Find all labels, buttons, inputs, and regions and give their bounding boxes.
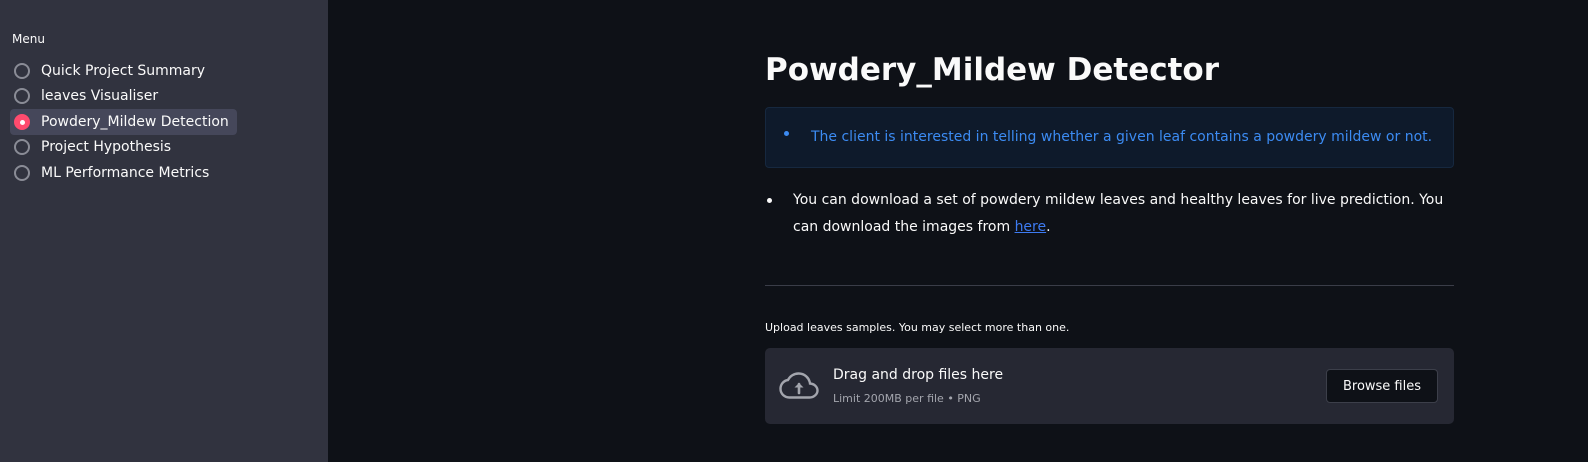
dropzone-title: Drag and drop files here (833, 367, 1004, 383)
menu-item-powdery-mildew-detection[interactable]: Powdery_Mildew Detection (10, 109, 237, 135)
menu-item-label: leaves Visualiser (41, 88, 159, 105)
menu-item-quick-project-summary[interactable]: Quick Project Summary (10, 58, 213, 84)
menu-radio-group: Quick Project Summary leaves Visualiser … (10, 58, 237, 186)
menu-item-ml-performance-metrics[interactable]: ML Performance Metrics (10, 160, 217, 186)
download-text-end: . (1046, 219, 1051, 235)
cloud-upload-icon (779, 372, 819, 399)
page-title: Powdery_Mildew Detector (765, 52, 1219, 88)
menu-label: Menu (12, 32, 45, 46)
menu-item-label: ML Performance Metrics (41, 164, 210, 181)
menu-item-label: Powdery_Mildew Detection (41, 113, 229, 130)
file-dropzone[interactable]: Drag and drop files here Limit 200MB per… (765, 348, 1454, 424)
info-text: The client is interested in telling whet… (811, 129, 1433, 145)
bullet-icon (767, 198, 772, 203)
dropzone-limit: Limit 200MB per file • PNG (833, 392, 981, 405)
radio-button-selected-icon[interactable] (14, 113, 30, 130)
browse-files-button[interactable]: Browse files (1326, 369, 1438, 403)
divider (765, 285, 1454, 286)
upload-label: Upload leaves samples. You may select mo… (765, 321, 1070, 334)
radio-button-icon[interactable] (14, 139, 30, 156)
radio-button-icon[interactable] (14, 88, 30, 105)
download-text: You can download a set of powdery mildew… (793, 192, 1444, 235)
app: Menu Quick Project Summary leaves Visual… (0, 0, 1588, 462)
download-link[interactable]: here (1015, 219, 1047, 235)
download-instructions: You can download a set of powdery mildew… (793, 187, 1453, 241)
bullet-icon (784, 131, 789, 136)
info-box: The client is interested in telling whet… (765, 107, 1454, 168)
sidebar: Menu Quick Project Summary leaves Visual… (0, 0, 328, 462)
menu-item-label: Project Hypothesis (41, 139, 172, 156)
menu-item-label: Quick Project Summary (41, 62, 206, 79)
menu-item-leaves-visualiser[interactable]: leaves Visualiser (10, 84, 166, 110)
radio-button-icon[interactable] (14, 164, 30, 181)
radio-button-icon[interactable] (14, 62, 30, 79)
menu-item-project-hypothesis[interactable]: Project Hypothesis (10, 135, 179, 161)
